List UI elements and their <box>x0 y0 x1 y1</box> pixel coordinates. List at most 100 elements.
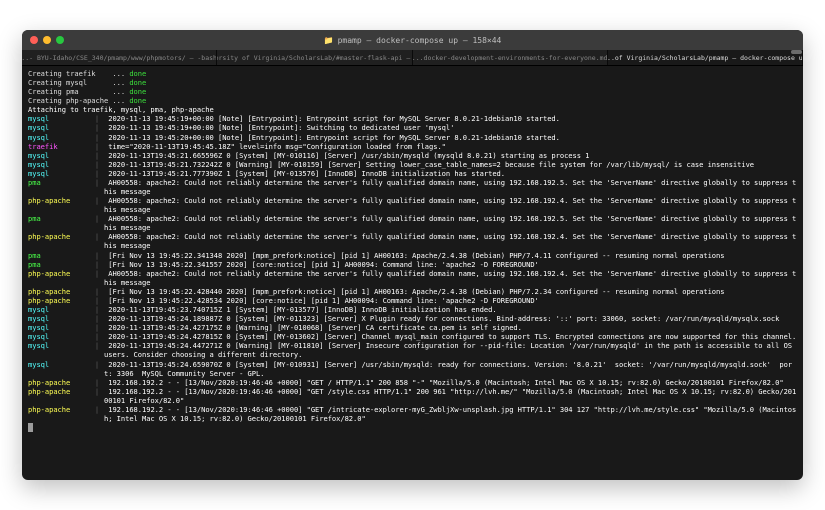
log-message: AH00558: apache2: Could not reliably det… <box>104 269 797 287</box>
log-source: php-apache <box>28 269 90 287</box>
log-line: php-apache| 192.168.192.2 - - [13/Nov/20… <box>28 405 797 423</box>
log-line: php-apache| AH00558: apache2: Could not … <box>28 196 797 214</box>
titlebar: 📁 pmamp — docker-compose up — 158×44 <box>22 30 803 50</box>
log-line: traefik| time="2020-11-13T19:45:45.18Z" … <box>28 142 797 151</box>
log-line: mysql| 2020-11-13T19:45:21.777390Z 1 [Sy… <box>28 169 797 178</box>
log-label: Creating pma ... <box>28 87 129 96</box>
log-label: Creating traefik ... <box>28 69 129 78</box>
log-label: Creating mysql ... <box>28 78 129 87</box>
separator: | <box>90 251 104 260</box>
log-message: 192.168.192.2 - - [13/Nov/2020:19:46:46 … <box>104 405 797 423</box>
cursor-line <box>28 423 797 433</box>
log-source: mysql <box>28 341 90 359</box>
log-line: Creating php-apache ... done <box>28 96 797 105</box>
separator: | <box>90 232 104 250</box>
log-message: 2020-11-13T19:45:24.659070Z 0 [System] [… <box>104 360 797 378</box>
log-message: 2020-11-13 19:45:20+00:00 [Note] [Entryp… <box>104 133 797 142</box>
log-source: pma <box>28 260 90 269</box>
separator: | <box>90 378 104 387</box>
tab[interactable]: ...docker-development-environments-for-e… <box>413 50 608 65</box>
log-source: php-apache <box>28 387 90 405</box>
log-line: pma| AH00558: apache2: Could not reliabl… <box>28 178 797 196</box>
cursor-icon <box>28 423 33 432</box>
log-source: mysql <box>28 123 90 132</box>
log-line: mysql| 2020-11-13T19:45:21.732242Z 0 [Wa… <box>28 160 797 169</box>
log-line: mysql| 2020-11-13T19:45:23.740715Z 1 [Sy… <box>28 305 797 314</box>
log-line: mysql| 2020-11-13 19:45:20+00:00 [Note] … <box>28 133 797 142</box>
log-source: php-apache <box>28 196 90 214</box>
log-line: mysql| 2020-11-13T19:45:24.189887Z 0 [Sy… <box>28 314 797 323</box>
separator: | <box>90 160 104 169</box>
separator: | <box>90 287 104 296</box>
log-source: php-apache <box>28 287 90 296</box>
log-line: mysql| 2020-11-13 19:45:19+00:00 [Note] … <box>28 114 797 123</box>
status-done: done <box>129 69 146 78</box>
log-source: pma <box>28 178 90 196</box>
log-line: php-apache| AH00558: apache2: Could not … <box>28 232 797 250</box>
log-source: mysql <box>28 133 90 142</box>
separator: | <box>90 196 104 214</box>
maximize-icon[interactable] <box>56 36 64 44</box>
close-icon[interactable] <box>30 36 38 44</box>
separator: | <box>90 178 104 196</box>
separator: | <box>90 305 104 314</box>
log-source: mysql <box>28 323 90 332</box>
log-line: mysql| 2020-11-13 19:45:19+00:00 [Note] … <box>28 123 797 132</box>
log-source: mysql <box>28 169 90 178</box>
log-line: php-apache| 192.168.192.2 - - [13/Nov/20… <box>28 387 797 405</box>
log-source: mysql <box>28 151 90 160</box>
log-source: php-apache <box>28 232 90 250</box>
tab[interactable]: ...of Virginia/ScholarsLab/pmamp — docke… <box>608 50 803 65</box>
separator: | <box>90 151 104 160</box>
log-line: pma| AH00558: apache2: Could not reliabl… <box>28 214 797 232</box>
log-message: AH00558: apache2: Could not reliably det… <box>104 232 797 250</box>
terminal-window: 📁 pmamp — docker-compose up — 158×44 ..-… <box>22 30 803 480</box>
log-source: mysql <box>28 360 90 378</box>
separator: | <box>90 341 104 359</box>
log-source: pma <box>28 214 90 232</box>
log-message: 2020-11-13T19:45:24.427175Z 0 [Warning] … <box>104 323 797 332</box>
status-done: done <box>129 78 146 87</box>
log-line: mysql| 2020-11-13T19:45:24.659070Z 0 [Sy… <box>28 360 797 378</box>
tab[interactable]: ..- BYU-Idaho/CSE_340/pmamp/www/phpmotor… <box>22 50 217 65</box>
log-source: php-apache <box>28 378 90 387</box>
log-message: [Fri Nov 13 19:45:22.428534 2020] [core:… <box>104 296 797 305</box>
log-message: 2020-11-13 19:45:19+00:00 [Note] [Entryp… <box>104 114 797 123</box>
separator: | <box>90 142 104 151</box>
separator: | <box>90 405 104 423</box>
log-line: php-apache| [Fri Nov 13 19:45:22.428440 … <box>28 287 797 296</box>
log-source: php-apache <box>28 405 90 423</box>
log-message: 2020-11-13T19:45:21.777390Z 1 [System] [… <box>104 169 797 178</box>
log-message: [Fri Nov 13 19:45:22.428440 2020] [mpm_p… <box>104 287 797 296</box>
log-line: Creating mysql ... done <box>28 78 797 87</box>
log-line: php-apache| 192.168.192.2 - - [13/Nov/20… <box>28 378 797 387</box>
log-message: 2020-11-13T19:45:24.189887Z 0 [System] [… <box>104 314 797 323</box>
traffic-lights <box>22 36 64 44</box>
log-message: 2020-11-13T19:45:24.427815Z 0 [System] [… <box>104 332 797 341</box>
separator: | <box>90 123 104 132</box>
log-message: 2020-11-13T19:45:21.732242Z 0 [Warning] … <box>104 160 797 169</box>
log-message: AH00558: apache2: Could not reliably det… <box>104 196 797 214</box>
log-line: pma| [Fri Nov 13 19:45:22.341557 2020] [… <box>28 260 797 269</box>
log-message: 2020-11-13T19:45:21.665596Z 0 [System] [… <box>104 151 797 160</box>
log-message: AH00558: apache2: Could not reliably det… <box>104 178 797 196</box>
separator: | <box>90 114 104 123</box>
scrollbar-thumb[interactable] <box>791 50 802 54</box>
tab[interactable]: ...iversity of Virginia/ScholarsLab/#mas… <box>217 50 412 65</box>
log-line: Creating pma ... done <box>28 87 797 96</box>
minimize-icon[interactable] <box>43 36 51 44</box>
folder-icon: 📁 <box>324 36 334 45</box>
log-message: 2020-11-13T19:45:24.447271Z 0 [Warning] … <box>104 341 797 359</box>
status-done: done <box>129 87 146 96</box>
separator: | <box>90 387 104 405</box>
separator: | <box>90 260 104 269</box>
tab-bar: ..- BYU-Idaho/CSE_340/pmamp/www/phpmotor… <box>22 50 803 66</box>
log-source: mysql <box>28 160 90 169</box>
separator: | <box>90 169 104 178</box>
log-source: mysql <box>28 305 90 314</box>
separator: | <box>90 314 104 323</box>
separator: | <box>90 269 104 287</box>
log-source: php-apache <box>28 296 90 305</box>
terminal-output[interactable]: Creating traefik ... doneCreating mysql … <box>22 66 803 480</box>
window-title: pmamp — docker-compose up — 158×44 <box>338 36 502 45</box>
